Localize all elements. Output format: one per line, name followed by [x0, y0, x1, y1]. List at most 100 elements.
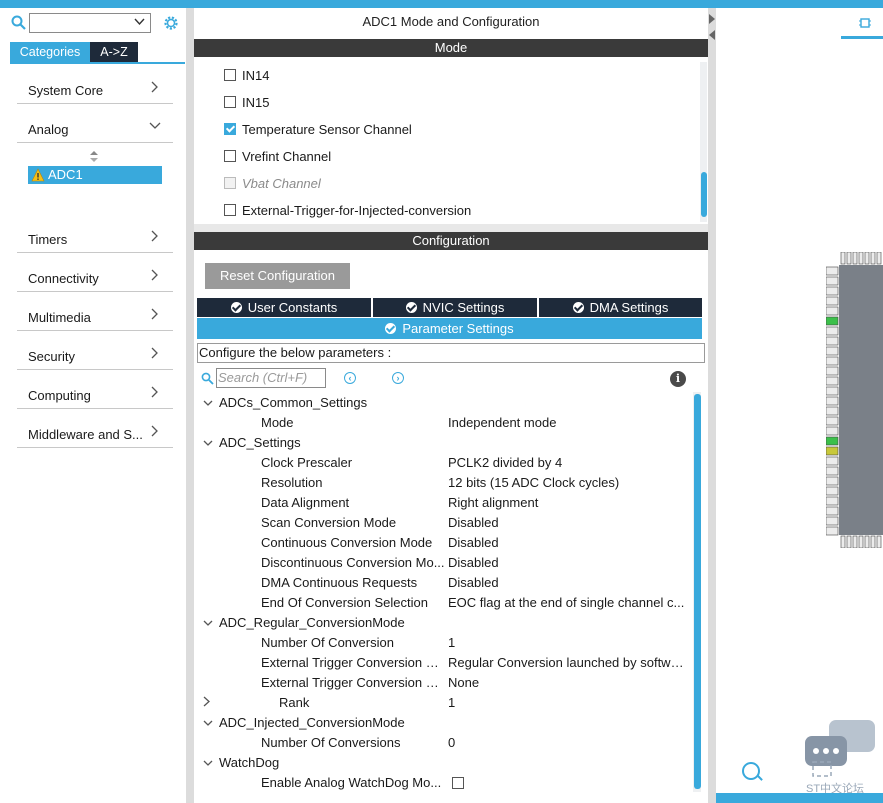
chip-pin[interactable] — [826, 436, 839, 446]
chip-pin[interactable] — [876, 252, 882, 265]
category-middleware[interactable]: Middleware and S... — [17, 417, 173, 448]
chip-pin[interactable] — [826, 466, 839, 476]
chip-pin[interactable] — [870, 252, 876, 265]
mode-scrollbar-thumb[interactable] — [701, 172, 707, 217]
chip-pin[interactable] — [826, 296, 839, 306]
chip-pin[interactable] — [826, 326, 839, 336]
chip-pin[interactable] — [826, 526, 839, 536]
chip-pin[interactable] — [864, 252, 870, 265]
param-value[interactable]: Regular Conversion launched by software — [448, 655, 688, 675]
checkbox[interactable] — [224, 204, 236, 216]
chip-pin[interactable] — [858, 535, 864, 548]
tab-a-to-z[interactable]: A->Z — [90, 42, 138, 62]
param-value[interactable]: 0 — [448, 735, 688, 755]
param-value[interactable]: 12 bits (15 ADC Clock cycles) — [448, 475, 688, 495]
right-splitter[interactable] — [708, 8, 716, 803]
chip-pin[interactable] — [846, 252, 852, 265]
chip-pin[interactable] — [826, 476, 839, 486]
chip-pin[interactable] — [846, 535, 852, 548]
group-adc-regular-conversionmode[interactable]: ADC_Regular_ConversionMode — [203, 615, 405, 635]
chip-pin[interactable] — [826, 506, 839, 516]
chip-pin[interactable] — [826, 376, 839, 386]
chip-pin[interactable] — [826, 446, 839, 456]
param-value[interactable]: PCLK2 divided by 4 — [448, 455, 688, 475]
previous-match-icon[interactable]: ‹ — [344, 372, 356, 384]
chip-pin[interactable] — [826, 266, 839, 276]
peripheral-item-adc1[interactable]: ADC1 — [28, 166, 162, 184]
param-value[interactable]: Right alignment — [448, 495, 688, 515]
chip-pin[interactable] — [826, 516, 839, 526]
category-multimedia[interactable]: Multimedia — [17, 300, 173, 331]
reset-configuration-button[interactable]: Reset Configuration — [205, 263, 350, 289]
parameter-search-input[interactable]: Search (Ctrl+F) — [216, 368, 326, 388]
param-value[interactable]: None — [448, 675, 688, 695]
param-value[interactable]: Disabled — [448, 575, 688, 595]
param-value[interactable]: Independent mode — [448, 415, 688, 435]
chip-pin[interactable] — [826, 336, 839, 346]
gear-icon[interactable] — [162, 14, 180, 32]
watchdog-enable-checkbox[interactable] — [452, 776, 470, 796]
chip-pin[interactable] — [826, 306, 839, 316]
chip-pin[interactable] — [870, 535, 876, 548]
param-value[interactable]: Disabled — [448, 535, 688, 555]
parameter-scrollbar-thumb[interactable] — [694, 394, 701, 789]
mcu-pins[interactable] — [826, 252, 883, 548]
mode-checkbox-in15[interactable]: IN15 — [224, 95, 269, 111]
tab-pinout-view[interactable] — [841, 14, 883, 39]
group-watchdog[interactable]: WatchDog — [203, 755, 279, 775]
info-icon[interactable]: i — [670, 371, 686, 387]
tab-nvic-settings[interactable]: NVIC Settings — [373, 298, 537, 317]
chip-pin[interactable] — [826, 316, 839, 326]
chip-pin[interactable] — [852, 252, 858, 265]
checkbox[interactable] — [452, 777, 464, 789]
chip-pin[interactable] — [826, 356, 839, 366]
category-analog[interactable]: Analog — [17, 112, 173, 143]
chip-pin[interactable] — [826, 366, 839, 376]
sort-icon[interactable] — [90, 151, 98, 163]
tab-categories[interactable]: Categories — [10, 42, 90, 62]
left-splitter[interactable] — [186, 8, 194, 803]
chip-pin[interactable] — [826, 486, 839, 496]
chip-pin[interactable] — [826, 276, 839, 286]
next-match-icon[interactable]: › — [392, 372, 404, 384]
chip-pin[interactable] — [826, 496, 839, 506]
param-value[interactable]: 1 — [448, 695, 688, 715]
chip-pin[interactable] — [840, 252, 846, 265]
chip-pin[interactable] — [826, 386, 839, 396]
param-value[interactable]: Disabled — [448, 555, 688, 575]
chip-pin[interactable] — [826, 416, 839, 426]
chip-pin[interactable] — [858, 252, 864, 265]
chip-pin[interactable] — [826, 346, 839, 356]
collapse-arrows-icon[interactable] — [708, 12, 716, 42]
category-connectivity[interactable]: Connectivity — [17, 261, 173, 292]
group-adcs-common-settings[interactable]: ADCs_Common_Settings — [203, 395, 367, 415]
chip-pin[interactable] — [826, 426, 839, 436]
search-icon[interactable] — [11, 15, 26, 30]
tab-dma-settings[interactable]: DMA Settings — [539, 298, 702, 317]
mode-checkbox-vrefint[interactable]: Vrefint Channel — [224, 149, 331, 165]
subgroup-rank-toggle[interactable] — [203, 695, 211, 715]
mode-checkbox-in14[interactable]: IN14 — [224, 68, 269, 84]
chip-pin[interactable] — [826, 286, 839, 296]
zoom-in-icon[interactable] — [742, 762, 760, 780]
tab-parameter-settings[interactable]: Parameter Settings — [197, 318, 702, 339]
chip-pin[interactable] — [826, 456, 839, 466]
category-search-dropdown[interactable] — [29, 13, 151, 33]
param-value[interactable]: EOC flag at the end of single channel c.… — [448, 595, 688, 615]
param-value[interactable]: Disabled — [448, 515, 688, 535]
checkbox[interactable] — [224, 96, 236, 108]
group-adc-settings[interactable]: ADC_Settings — [203, 435, 301, 455]
tab-user-constants[interactable]: User Constants — [197, 298, 371, 317]
mode-checkbox-temperature-sensor[interactable]: Temperature Sensor Channel — [224, 122, 412, 138]
category-timers[interactable]: Timers — [17, 222, 173, 253]
chip-pin[interactable] — [864, 535, 870, 548]
category-computing[interactable]: Computing — [17, 378, 173, 409]
checkbox-checked[interactable] — [224, 123, 236, 135]
chip-pin[interactable] — [876, 535, 882, 548]
param-value[interactable]: 1 — [448, 635, 688, 655]
chip-pin[interactable] — [826, 406, 839, 416]
chip-pin[interactable] — [852, 535, 858, 548]
category-security[interactable]: Security — [17, 339, 173, 370]
chip-pin[interactable] — [840, 535, 846, 548]
chip-pin[interactable] — [826, 396, 839, 406]
